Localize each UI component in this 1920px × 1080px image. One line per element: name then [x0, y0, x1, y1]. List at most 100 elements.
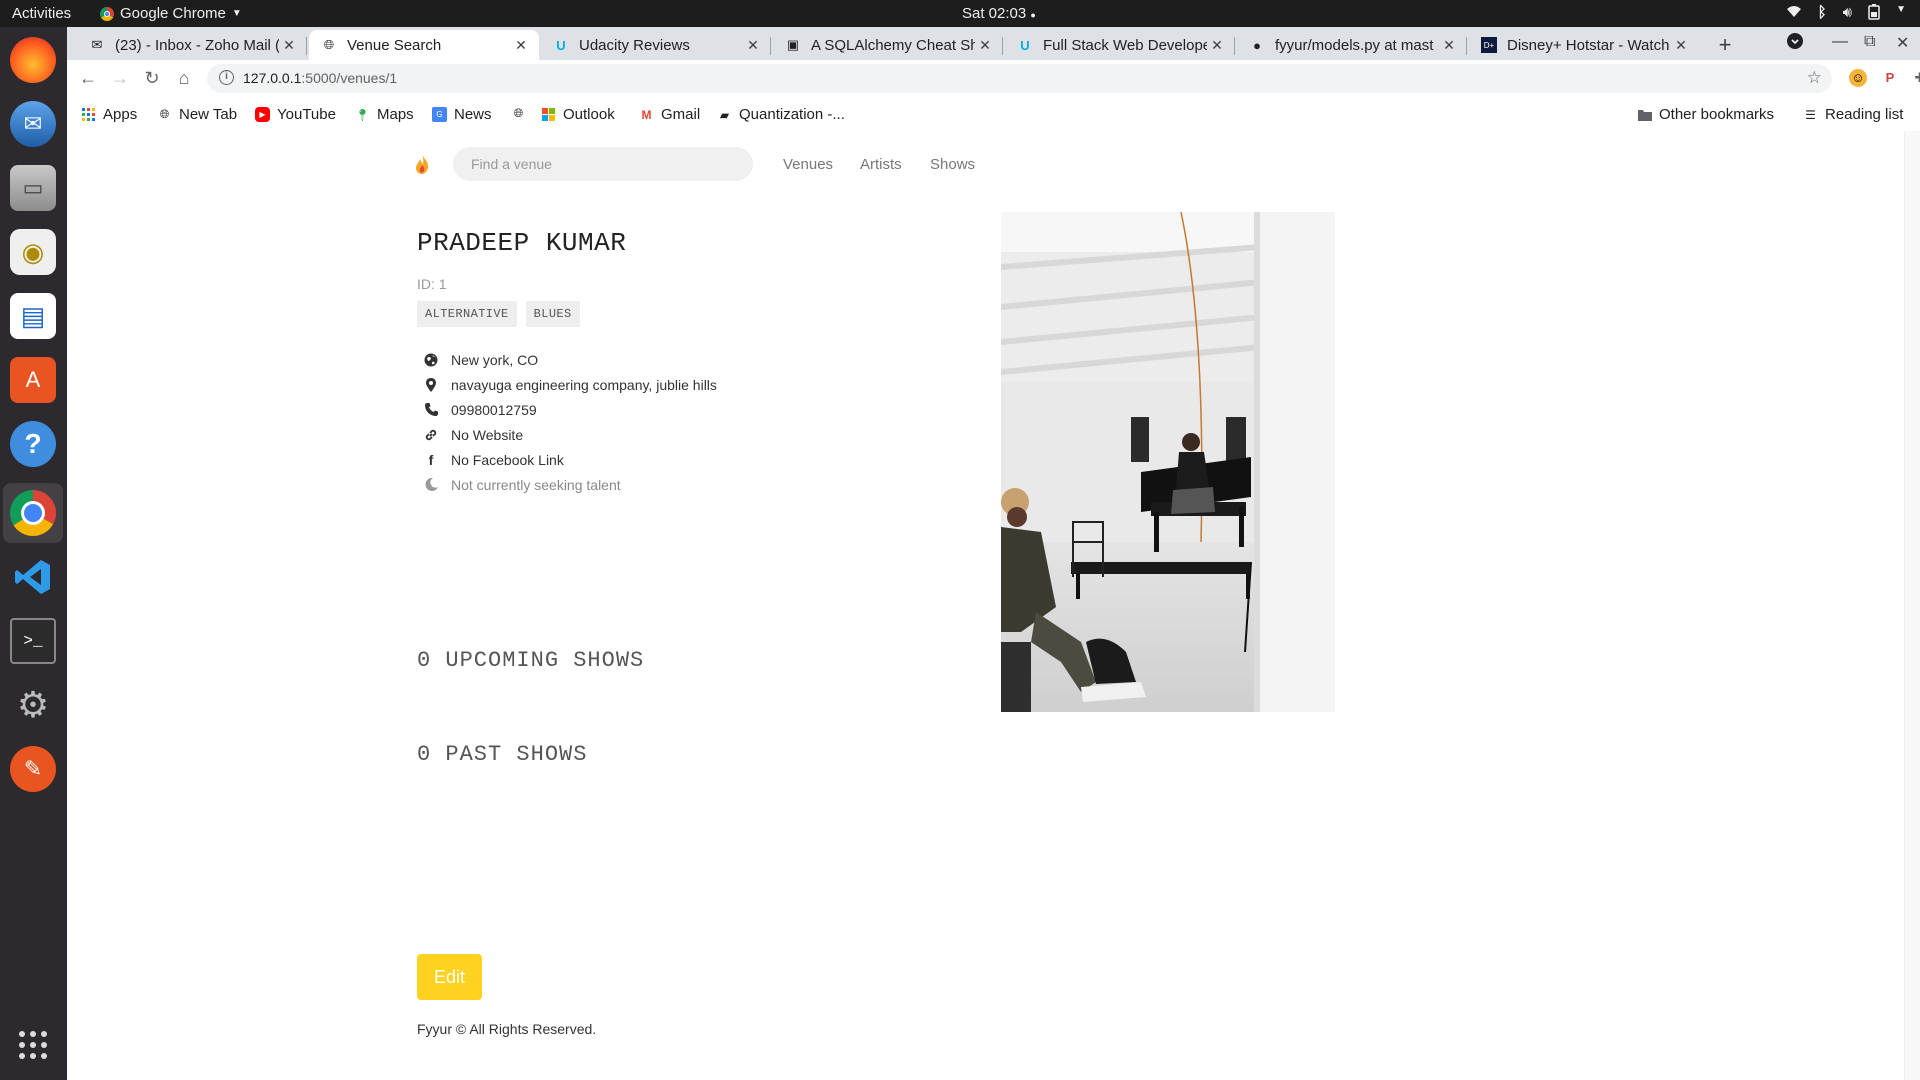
- close-icon[interactable]: ✕: [743, 37, 763, 54]
- firefox-icon[interactable]: [10, 37, 56, 83]
- close-icon[interactable]: ✕: [279, 37, 299, 54]
- tab-label: Venue Search: [347, 36, 442, 54]
- app-menu-label: Google Chrome: [120, 5, 226, 22]
- tab-udacity-reviews[interactable]: U Udacity Reviews ✕: [541, 30, 771, 60]
- address-bar[interactable]: i 127.0.0.1:5000/venues/1 ☆: [207, 64, 1832, 93]
- extension-emoji-icon[interactable]: ☺: [1849, 69, 1867, 87]
- chevron-down-icon: ▼: [231, 8, 242, 19]
- venue-details: New york, CO navayuga engineering compan…: [417, 347, 717, 497]
- terminal-icon[interactable]: >_: [10, 618, 56, 664]
- tab-search-icon[interactable]: [1787, 33, 1803, 54]
- doc-icon: ▰: [719, 107, 730, 122]
- site-info-icon[interactable]: i: [219, 70, 234, 85]
- genre-tag: ALTERNATIVE: [417, 301, 517, 327]
- bookmark-apps[interactable]: Apps: [81, 106, 137, 123]
- tab-hotstar[interactable]: D+ Disney+ Hotstar - Watch ✕: [1469, 30, 1699, 60]
- tab-zoho-mail[interactable]: ✉ (23) - Inbox - Zoho Mail (p ✕: [77, 30, 307, 60]
- outlook-icon: [541, 107, 556, 122]
- page-scrollbar[interactable]: [1904, 131, 1920, 1080]
- chrome-icon[interactable]: [10, 490, 56, 536]
- reading-list[interactable]: ☰ Reading list: [1803, 106, 1903, 123]
- back-icon[interactable]: ←: [77, 67, 99, 89]
- bookmark-new-tab[interactable]: 🌐︎ New Tab: [157, 106, 237, 123]
- close-icon[interactable]: ✕: [1439, 37, 1459, 54]
- reload-icon[interactable]: ↻: [141, 67, 163, 89]
- bookmark-news[interactable]: G News: [432, 106, 492, 123]
- vscode-icon[interactable]: [10, 554, 56, 600]
- close-icon[interactable]: ✕: [975, 37, 995, 54]
- bookmark-outlook[interactable]: Outlook: [541, 106, 615, 123]
- minimize-icon[interactable]: —: [1832, 33, 1848, 51]
- other-bookmarks[interactable]: Other bookmarks: [1637, 106, 1774, 123]
- venue-seeking-status: Not currently seeking talent: [451, 476, 621, 493]
- venue-photo: [1001, 212, 1335, 712]
- apps-grid-icon: [81, 107, 96, 122]
- close-icon[interactable]: ✕: [511, 37, 531, 54]
- news-icon: G: [432, 107, 447, 122]
- site-footer: Fyyur © All Rights Reserved.: [417, 1021, 597, 1037]
- software-center-icon[interactable]: A: [10, 357, 56, 403]
- bookmark-youtube[interactable]: ▶ YouTube: [255, 106, 336, 123]
- venue-website: No Website: [451, 426, 524, 443]
- tab-label: Disney+ Hotstar - Watch: [1507, 36, 1670, 54]
- tab-label: Full Stack Web Develope: [1043, 36, 1207, 54]
- bookmark-star-icon[interactable]: ☆: [1807, 68, 1822, 88]
- reading-list-label: Reading list: [1825, 106, 1904, 123]
- web-page: Venues Artists Shows PRADEEP KUMAR ID: 1…: [67, 131, 1920, 1080]
- extensions-puzzle-icon[interactable]: ✚: [1911, 69, 1920, 87]
- system-tray[interactable]: ᛒ 🔊︎ ▼: [1786, 4, 1906, 24]
- nav-link-shows[interactable]: Shows: [930, 156, 975, 173]
- thunderbird-icon[interactable]: ✉: [10, 101, 56, 147]
- tab-label: (23) - Inbox - Zoho Mail (p: [115, 36, 279, 54]
- tab-full-stack[interactable]: U Full Stack Web Develope ✕: [1005, 30, 1235, 60]
- home-icon[interactable]: ⌂: [173, 67, 195, 89]
- venue-seeking-row: Not currently seeking talent: [417, 472, 717, 497]
- bookmark-label: YouTube: [277, 106, 336, 123]
- genre-tags: ALTERNATIVE BLUES: [417, 301, 580, 327]
- fyyur-logo-flame-icon[interactable]: [415, 154, 429, 174]
- edit-button[interactable]: Edit: [417, 954, 482, 1000]
- github-icon: ●: [1253, 37, 1261, 53]
- restore-icon[interactable]: ⧉: [1864, 33, 1875, 51]
- app-menu[interactable]: Google Chrome ▼: [100, 5, 242, 22]
- activities-button[interactable]: Activities: [12, 5, 71, 22]
- past-shows-heading: 0 PAST SHOWS: [417, 742, 588, 767]
- globe-icon: [423, 353, 439, 367]
- upcoming-shows-heading: 0 UPCOMING SHOWS: [417, 648, 645, 673]
- close-window-icon[interactable]: ✕: [1896, 33, 1909, 53]
- bookmark-quantization[interactable]: ▰ Quantization -...: [717, 106, 845, 123]
- inkscape-icon[interactable]: ✎: [10, 746, 56, 792]
- venue-search-input[interactable]: [453, 147, 753, 181]
- show-applications-icon[interactable]: [10, 1022, 56, 1068]
- bookmark-maps[interactable]: 📍︎ Maps: [355, 106, 414, 123]
- bookmark-globe[interactable]: 🌐︎: [511, 106, 533, 121]
- map-marker-icon: [423, 377, 439, 392]
- forward-icon[interactable]: →: [109, 67, 131, 89]
- nav-link-artists[interactable]: Artists: [860, 156, 902, 173]
- clock-label: Sat 02:03: [962, 5, 1027, 22]
- tab-github-models[interactable]: ● fyyur/models.py at mast ✕: [1237, 30, 1467, 60]
- genre-tag: BLUES: [525, 301, 580, 327]
- nav-link-venues[interactable]: Venues: [783, 156, 833, 173]
- venue-phone-row: 09980012759: [417, 397, 717, 422]
- tab-venue-search[interactable]: 🌐︎ Venue Search ✕: [309, 30, 539, 60]
- tab-separator: [1002, 37, 1003, 55]
- bookmark-gmail[interactable]: M Gmail: [639, 106, 701, 123]
- chrome-icon: [100, 6, 114, 21]
- hotstar-icon: D+: [1481, 37, 1497, 53]
- close-icon[interactable]: ✕: [1671, 37, 1691, 54]
- settings-icon[interactable]: ⚙: [10, 682, 56, 728]
- tab-sqlalchemy-cheat[interactable]: ▣ A SQLAlchemy Cheat She ✕: [773, 30, 1003, 60]
- clock[interactable]: Sat 02:03 ●: [962, 5, 1036, 22]
- other-bookmarks-label: Other bookmarks: [1659, 106, 1775, 123]
- help-icon[interactable]: ?: [10, 421, 56, 467]
- reading-list-icon: ☰: [1805, 107, 1816, 122]
- rhythmbox-icon[interactable]: ◉: [10, 229, 56, 275]
- tab-label: Udacity Reviews: [579, 36, 690, 54]
- files-icon[interactable]: ▭: [10, 165, 56, 211]
- tab-label: fyyur/models.py at mast: [1275, 36, 1434, 54]
- extension-p-icon[interactable]: P: [1881, 69, 1899, 87]
- new-tab-button[interactable]: +: [1712, 32, 1738, 58]
- close-icon[interactable]: ✕: [1207, 37, 1227, 54]
- writer-icon[interactable]: ▤: [10, 293, 56, 339]
